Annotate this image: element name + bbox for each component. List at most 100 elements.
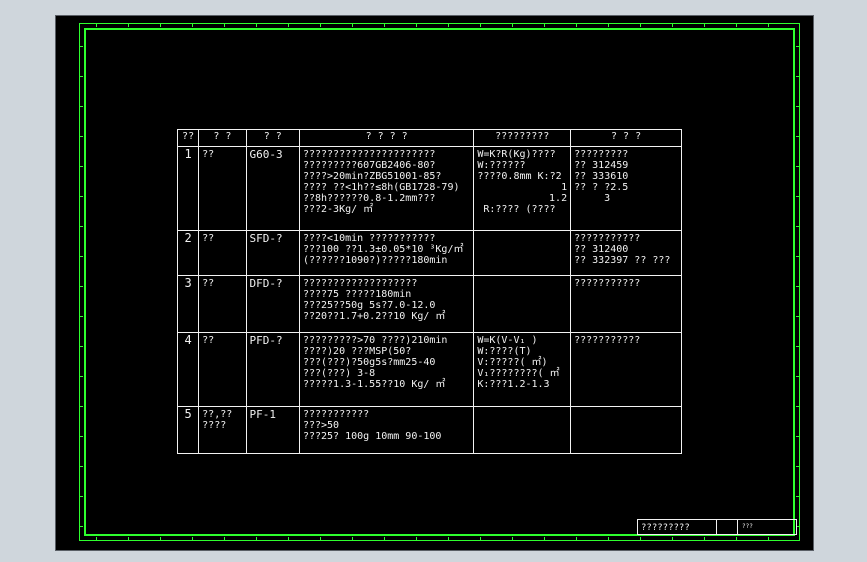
part-name-cell: ??,??????	[198, 405, 247, 455]
cell-text-line: ???????????????????	[302, 277, 418, 289]
row-number-cell: 3	[176, 274, 200, 334]
frame-tick	[640, 23, 641, 27]
cell-text-line: K:???1.2-1.3	[477, 379, 550, 391]
title-block-divider	[737, 520, 738, 534]
cell-text-line: ???(???)?50g5s?mm25-40	[302, 357, 436, 369]
header-cell: ?????????	[473, 129, 572, 147]
frame-tick	[796, 466, 800, 467]
cell-text-line: ???25??50g 5s?7.0-12.0	[302, 299, 436, 311]
frame-tick	[160, 537, 161, 541]
frame-tick	[796, 106, 800, 107]
row-number-cell: 2	[176, 229, 200, 276]
frame-tick	[796, 316, 800, 317]
header-cell: ? ? ?	[570, 129, 682, 147]
frame-tick	[796, 406, 800, 407]
frame-tick	[79, 226, 83, 227]
frame-tick	[448, 537, 449, 541]
factory-cell	[570, 405, 682, 455]
cell-text-line: ????75 ?????180min	[302, 288, 412, 300]
frame-tick	[256, 23, 257, 27]
cell-text-line: (??????1090?)?????180min	[302, 254, 448, 266]
frame-tick	[544, 23, 545, 27]
cell-text-line: W=K?R(Kg)????	[477, 149, 556, 160]
frame-tick	[736, 537, 737, 541]
row-number-cell: 4	[176, 332, 200, 407]
cell-text-line: ????)20 ???MSP(50?	[302, 346, 412, 358]
cell-text-line: ???????????	[574, 335, 641, 347]
frame-tick	[128, 23, 129, 27]
cell-text: 3	[184, 275, 192, 290]
frame-tick	[79, 106, 83, 107]
factory-cell: ???????????	[570, 274, 682, 334]
cell-text-line: ?? 312459	[574, 160, 629, 171]
requirements-cell: ??????????? ???>50 ???25? 100g 10mm 90-100	[298, 405, 475, 455]
frame-tick	[79, 346, 83, 347]
row-number-cell: 5	[176, 405, 200, 455]
title-block-divider	[716, 520, 717, 534]
cell-text-line: ??8h??????0.8-1.2mm???	[302, 193, 436, 204]
frame-tick	[288, 537, 289, 541]
frame-tick	[640, 537, 641, 541]
frame-tick	[704, 537, 705, 541]
coating-spec-table: ?? ? ? ? ? ? ? ? ? ????????? ? ? ? 1?? G6…	[176, 129, 682, 455]
frame-tick	[79, 526, 83, 527]
cell-text-line: ???25? 100g 10mm 90-100	[302, 430, 442, 442]
frame-tick	[79, 436, 83, 437]
formula-cell	[473, 405, 572, 455]
frame-tick	[256, 537, 257, 541]
cell-text-line: ??????????????????????	[302, 149, 436, 160]
table-row: 4?? PFD-? ?????????>70 ????)210min ????)20 …	[176, 332, 682, 407]
frame-tick	[352, 537, 353, 541]
model-cell: SFD-?	[245, 229, 300, 276]
cell-text-line: ??	[202, 277, 215, 289]
cell-text-line: ?????????>70 ????)210min	[302, 335, 448, 347]
table-header-row: ?? ? ? ? ? ? ? ? ? ????????? ? ? ?	[176, 129, 682, 147]
factory-cell: ????????????? 312400?? 332397 ?? ???	[570, 229, 682, 276]
frame-tick	[128, 537, 129, 541]
frame-tick	[608, 23, 609, 27]
frame-tick	[96, 537, 97, 541]
cell-text-line: 1	[561, 182, 568, 193]
model-cell: PF-1	[245, 405, 300, 455]
cell-text-line: ????0.8mm K:?2	[477, 171, 562, 182]
frame-tick	[796, 256, 800, 257]
frame-tick	[224, 23, 225, 27]
header-cell: ??	[176, 129, 200, 147]
cell-text-line: ??	[202, 335, 215, 347]
frame-tick	[79, 136, 83, 137]
cell-text-line: ????>20min?ZBG51001-85?	[302, 171, 442, 182]
formula-cell	[473, 229, 572, 276]
frame-tick	[448, 23, 449, 27]
frame-tick	[384, 23, 385, 27]
cell-text: 1	[184, 147, 192, 161]
frame-tick	[288, 23, 289, 27]
part-name-cell: ??	[198, 332, 247, 407]
header-cell: ? ? ? ?	[298, 129, 475, 147]
drawing-viewport[interactable]: ?? ? ? ? ? ? ? ? ? ????????? ? ? ? 1?? G6…	[55, 15, 814, 551]
frame-tick	[320, 537, 321, 541]
cell-text-line: ???100 ??1.3±0.05*10 ³Kg/㎡	[302, 243, 464, 255]
row-number-cell: 1	[176, 146, 200, 231]
model-cell: PFD-?	[245, 332, 300, 407]
frame-tick	[608, 537, 609, 541]
cell-text: 2	[184, 230, 192, 245]
model-cell: G60-3	[245, 146, 300, 231]
frame-tick	[796, 196, 800, 197]
header-cell: ? ?	[198, 129, 247, 147]
frame-tick	[192, 23, 193, 27]
cell-text-line: ????<10min ???????????	[302, 232, 436, 244]
title-block-name: ?????????	[641, 523, 690, 533]
frame-tick	[79, 406, 83, 407]
header-cell: ? ?	[245, 129, 300, 147]
cell-text-line: W:????(T)	[477, 346, 532, 358]
frame-tick	[796, 286, 800, 287]
frame-tick	[796, 166, 800, 167]
cell-text: 5	[184, 406, 192, 421]
cell-text: PF-1	[249, 407, 277, 421]
frame-tick	[576, 537, 577, 541]
frame-tick	[96, 23, 97, 27]
frame-tick	[796, 136, 800, 137]
frame-tick	[79, 496, 83, 497]
cell-text-line: V₁????????( ㎡	[477, 368, 560, 380]
frame-tick	[796, 46, 800, 47]
